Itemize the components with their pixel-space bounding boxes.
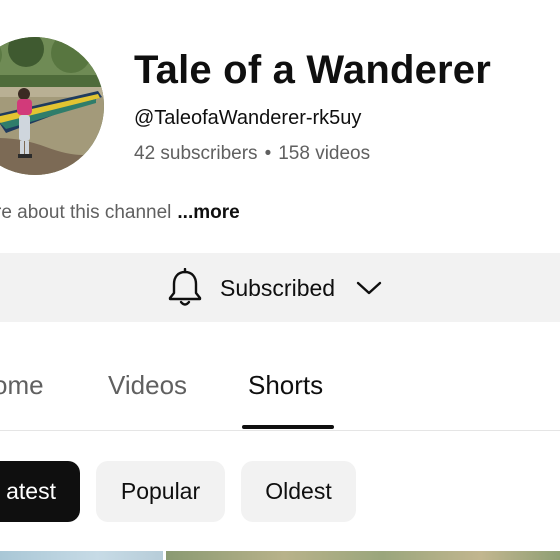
channel-stats: 42 subscribers • 158 videos xyxy=(134,143,370,165)
video-count: 158 videos xyxy=(278,143,371,164)
subscribe-button[interactable]: Subscribed xyxy=(0,253,560,322)
description-text: re about this channel xyxy=(0,202,172,223)
chip-popular[interactable]: Popular xyxy=(96,461,225,522)
bell-icon xyxy=(168,268,202,306)
more-link[interactable]: ...more xyxy=(177,202,239,223)
channel-avatar[interactable] xyxy=(0,37,104,175)
chevron-down-icon xyxy=(356,281,382,295)
active-tab-indicator xyxy=(242,425,334,429)
channel-handle: @TaleofaWanderer-rk5uy xyxy=(134,107,362,129)
subscribe-button-content: Subscribed xyxy=(167,268,383,308)
channel-description[interactable]: re about this channel ...more xyxy=(0,202,240,224)
tab-home[interactable]: ome xyxy=(0,370,44,401)
channel-tabs: ome Videos Shorts xyxy=(0,340,560,431)
subscriber-count: 42 subscribers xyxy=(134,143,258,164)
channel-page: Tale of a Wanderer @TaleofaWanderer-rk5u… xyxy=(0,0,560,560)
tab-shorts[interactable]: Shorts xyxy=(248,370,323,401)
short-thumbnail[interactable] xyxy=(166,551,560,560)
chip-oldest[interactable]: Oldest xyxy=(241,461,356,522)
short-thumbnail[interactable] xyxy=(0,551,163,560)
channel-title: Tale of a Wanderer xyxy=(134,48,492,92)
tab-videos[interactable]: Videos xyxy=(108,370,187,401)
subscribe-label: Subscribed xyxy=(220,274,336,301)
stats-separator: • xyxy=(264,143,272,164)
chip-latest[interactable]: atest xyxy=(0,461,80,522)
